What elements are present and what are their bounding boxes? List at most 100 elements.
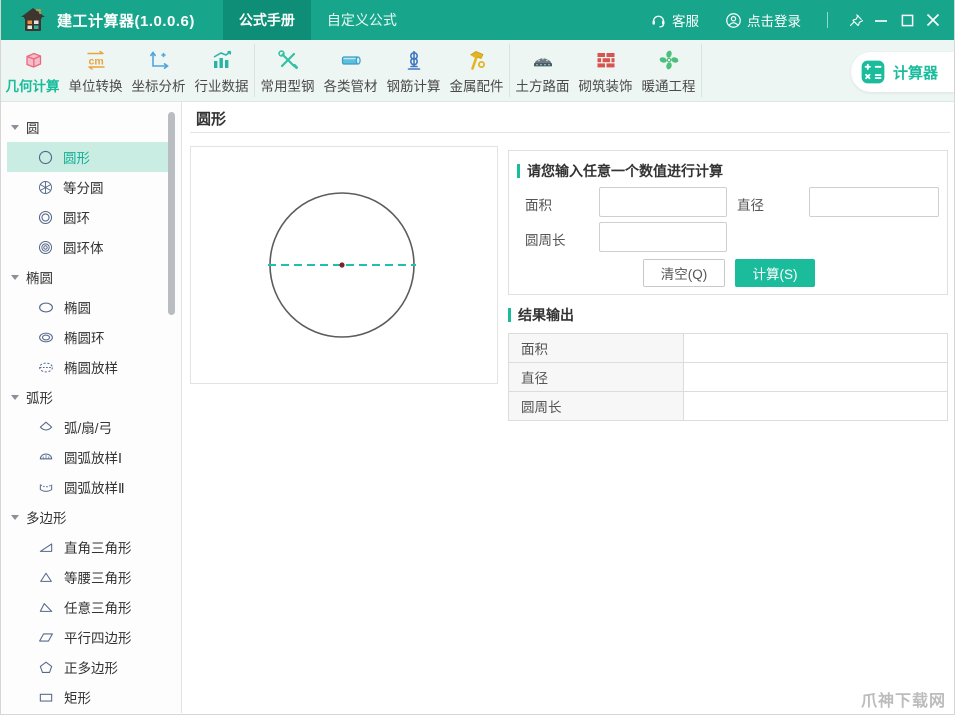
toolbar-separator xyxy=(254,44,255,97)
group-polygon[interactable]: 多边形 xyxy=(1,502,181,532)
sidebar-item-any-triangle[interactable]: 任意三角形 xyxy=(7,592,168,622)
login-button[interactable]: 点击登录 xyxy=(725,10,801,30)
result-circumference-value xyxy=(684,392,947,420)
toolbar-item-label: 坐标分析 xyxy=(132,75,186,95)
sidebar-item-label: 椭圆环 xyxy=(64,327,105,347)
sidebar-item-rectangle[interactable]: 矩形 xyxy=(7,682,168,712)
result-diameter-value xyxy=(684,363,947,391)
sidebar-item-arc-loft-2[interactable]: 圆弧放样Ⅱ xyxy=(7,472,168,502)
sidebar-item-label: 任意三角形 xyxy=(64,597,132,617)
tab-formula-manual[interactable]: 公式手册 xyxy=(223,0,311,40)
table-row: 直径 xyxy=(509,363,947,392)
sidebar-item-regular-polygon[interactable]: 正多边形 xyxy=(7,652,168,682)
sidebar-item-label: 圆弧放样Ⅱ xyxy=(64,477,125,497)
toolbar-item-label: 砌筑装饰 xyxy=(579,75,633,95)
arc-loft1-icon xyxy=(37,449,55,466)
sidebar-scrollbar[interactable] xyxy=(168,112,175,315)
center-dot xyxy=(339,262,344,267)
toolbar-item-masonry[interactable]: 砌筑装饰 xyxy=(574,40,637,101)
area-input[interactable] xyxy=(599,187,727,217)
user-icon xyxy=(725,12,742,29)
toolbar-item-coordinate[interactable]: 坐标分析 xyxy=(127,40,190,101)
sidebar-item-torus[interactable]: 圆环体 xyxy=(7,232,168,262)
axis-icon xyxy=(147,48,171,72)
brick-wall-icon xyxy=(594,48,618,72)
titlebar-divider xyxy=(827,12,828,28)
toolbar-item-industry-data[interactable]: 行业数据 xyxy=(190,40,253,101)
svg-text:cm: cm xyxy=(88,56,103,68)
toolbar-item-label: 金属配件 xyxy=(450,75,504,95)
headset-icon xyxy=(650,12,667,29)
clear-button[interactable]: 清空(Q) xyxy=(643,259,725,287)
result-area-label: 面积 xyxy=(509,334,684,362)
toolbar-item-geometry[interactable]: 几何计算 xyxy=(1,40,64,101)
calculator-button[interactable]: 计算器 xyxy=(851,52,954,92)
toolbar-item-steel[interactable]: 常用型钢 xyxy=(256,40,319,101)
rebar-icon xyxy=(402,48,426,72)
sidebar-item-parallelogram[interactable]: 平行四边形 xyxy=(7,622,168,652)
close-button[interactable] xyxy=(920,0,946,40)
circumference-input[interactable] xyxy=(599,222,727,252)
group-ellipse[interactable]: 椭圆 xyxy=(1,262,181,292)
content-area: 圆 圆形 等分圆 圆环 圆环体 椭圆 xyxy=(1,102,954,713)
tab-custom-formula[interactable]: 自定义公式 xyxy=(311,0,413,40)
group-circle[interactable]: 圆 xyxy=(1,112,181,142)
minimize-button[interactable] xyxy=(868,0,894,40)
pipe-icon xyxy=(339,48,363,72)
toolbar-item-pipes[interactable]: 各类管材 xyxy=(319,40,382,101)
sidebar-item-arc-sector-bow[interactable]: 弧/扇/弓 xyxy=(7,412,168,442)
pin-button[interactable] xyxy=(842,0,868,40)
chevron-down-icon xyxy=(11,275,19,280)
result-circumference-label: 圆周长 xyxy=(509,392,684,420)
toolbar-separator xyxy=(509,44,510,97)
parallelogram-icon xyxy=(37,629,55,646)
bar-chart-icon xyxy=(210,48,234,72)
minimize-icon xyxy=(874,13,888,27)
sidebar-item-arc-loft-1[interactable]: 圆弧放样Ⅰ xyxy=(7,442,168,472)
result-area-value xyxy=(684,334,947,362)
sidebar-item-label: 正多边形 xyxy=(64,657,118,677)
sidebar-item-label: 等分圆 xyxy=(63,177,104,197)
arc-loft2-icon xyxy=(37,479,55,496)
sidebar-item-circle[interactable]: 圆形 xyxy=(7,142,168,172)
toolbar-separator xyxy=(701,44,702,97)
input-panel: 请您输入任意一个数值进行计算 面积 直径 圆周长 清空(Q) 计算(S) xyxy=(508,150,948,295)
results-table: 面积 直径 圆周长 xyxy=(508,333,948,421)
toolbar-item-rebar[interactable]: 钢筋计算 xyxy=(382,40,445,101)
sidebar-item-right-triangle[interactable]: 直角三角形 xyxy=(7,532,168,562)
calculator-label: 计算器 xyxy=(893,62,938,83)
ellipse-loft-icon xyxy=(37,359,55,376)
sidebar-item-divided-circle[interactable]: 等分圆 xyxy=(7,172,168,202)
chevron-down-icon xyxy=(11,515,19,520)
main-panel: 圆形 请您输入任意一个数值进行计算 面积 直径 xyxy=(182,102,954,713)
watermark: 爪神下载网 xyxy=(861,687,946,711)
toolbar-item-label: 钢筋计算 xyxy=(387,75,441,95)
calc-column: 请您输入任意一个数值进行计算 面积 直径 圆周长 清空(Q) 计算(S) 结果输… xyxy=(508,150,948,421)
accent-bar xyxy=(517,164,520,178)
titlebar-right: 客服 点击登录 xyxy=(650,0,954,40)
group-label: 圆 xyxy=(26,117,40,137)
sidebar-item-ellipse-ring[interactable]: 椭圆环 xyxy=(7,322,168,352)
sidebar-item-isosceles-triangle[interactable]: 等腰三角形 xyxy=(7,562,168,592)
toolbar-item-metal-fittings[interactable]: 金属配件 xyxy=(445,40,508,101)
sidebar-item-ellipse-loft[interactable]: 椭圆放样 xyxy=(7,352,168,382)
titlebar: 建工计算器(1.0.0.6) 公式手册 自定义公式 客服 xyxy=(1,0,954,40)
sidebar-item-ring[interactable]: 圆环 xyxy=(7,202,168,232)
sidebar-item-ellipse[interactable]: 椭圆 xyxy=(7,292,168,322)
toolbar-item-unit-convert[interactable]: cm 单位转换 xyxy=(64,40,127,101)
diameter-input[interactable] xyxy=(809,187,939,217)
maximize-button[interactable] xyxy=(894,0,920,40)
app-title: 建工计算器(1.0.0.6) xyxy=(57,10,195,31)
right-triangle-icon xyxy=(37,539,55,556)
circle-icon xyxy=(37,149,54,166)
input-panel-header: 请您输入任意一个数值进行计算 xyxy=(517,161,723,181)
unit-cm-icon: cm xyxy=(84,48,108,72)
calculate-button[interactable]: 计算(S) xyxy=(735,259,815,287)
chevron-down-icon xyxy=(11,395,19,400)
group-arc[interactable]: 弧形 xyxy=(1,382,181,412)
app-window: 建工计算器(1.0.0.6) 公式手册 自定义公式 客服 xyxy=(0,0,955,715)
customer-service-button[interactable]: 客服 xyxy=(650,10,699,30)
toolbar-item-earthwork[interactable]: 土方路面 xyxy=(511,40,574,101)
toolbar-item-hvac[interactable]: 暖通工程 xyxy=(637,40,700,101)
sidebar-item-label: 椭圆 xyxy=(64,297,91,317)
